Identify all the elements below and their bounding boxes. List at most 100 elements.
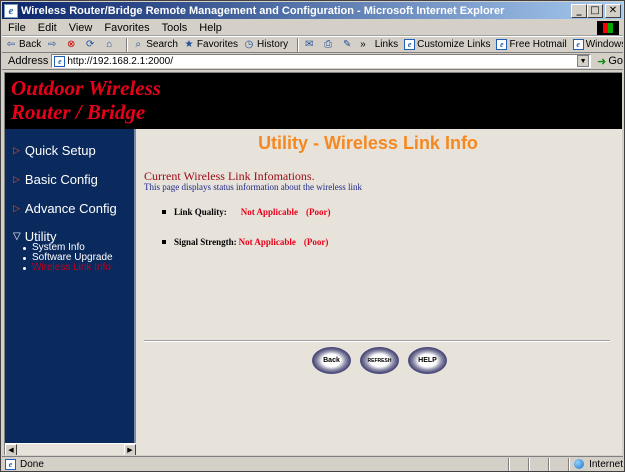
triangle-right-icon: ▷ (13, 174, 20, 184)
help-button[interactable]: HELP (408, 347, 447, 374)
menu-bar: File Edit View Favorites Tools Help (2, 20, 623, 36)
back-label: Back (19, 39, 42, 50)
links-label: Links (374, 39, 399, 50)
address-bar: Address e http://192.168.2.1:2000/ ▼ ➜ G… (2, 53, 623, 70)
signal-strength-row: Signal Strength: Not Applicable (Poor) (162, 237, 328, 247)
page-icon: e (54, 55, 66, 67)
windows-flag-icon (597, 21, 619, 35)
window-controls: _ □ ✕ (571, 3, 621, 18)
link-windows[interactable]: e Windows (572, 39, 623, 50)
status-bar: e Done Internet (2, 456, 623, 471)
status-text: Done (20, 458, 44, 470)
history-label: History (257, 39, 289, 50)
refresh-page-button[interactable]: REFRESH (360, 347, 399, 374)
bullet-icon (162, 210, 166, 214)
scroll-left-icon[interactable]: ◀ (5, 444, 17, 455)
triangle-right-icon: ▷ (13, 145, 20, 155)
status-cell (509, 457, 530, 471)
history-button[interactable]: ◷ History (243, 39, 289, 51)
favorites-icon: ★ (184, 39, 194, 50)
link-quality-rating: (Poor) (306, 207, 331, 217)
address-label: Address (8, 55, 49, 67)
link-quality-value: Not Applicable (240, 207, 299, 217)
banner-title: Outdoor Wireless Router / Bridge (11, 76, 161, 124)
nav-item-quick-setup[interactable]: ▷ Quick Setup (13, 143, 96, 158)
bullet-icon (23, 246, 26, 250)
link-free-hotmail[interactable]: e Free Hotmail (496, 39, 567, 50)
minimize-button[interactable]: _ (571, 3, 587, 18)
address-url: http://192.168.2.1:2000/ (67, 55, 174, 67)
nav-item-basic-config[interactable]: ▷ Basic Config (13, 172, 98, 187)
stop-icon: ⊗ (67, 39, 76, 50)
toolbar-separator (126, 37, 129, 52)
print-button[interactable]: ⎙ (322, 39, 336, 51)
bullet-icon (23, 266, 26, 270)
stop-button[interactable]: ⊗ (65, 39, 79, 51)
refresh-icon: ⟳ (86, 39, 95, 50)
toolbar-chevron[interactable]: » (360, 39, 366, 50)
refresh-button[interactable]: ⟳ (84, 39, 98, 51)
address-input[interactable]: e http://192.168.2.1:2000/ ▼ (51, 54, 592, 68)
chevron-down-icon[interactable]: ▼ (577, 55, 590, 67)
forward-arrow-icon: ⇨ (48, 39, 57, 50)
close-button[interactable]: ✕ (605, 3, 621, 18)
back-button[interactable]: ⇦ Back (5, 39, 41, 51)
toolbar-separator (297, 37, 300, 52)
status-cell (529, 457, 550, 471)
home-button[interactable]: ⌂ (103, 39, 117, 51)
links-bar: Links e Customize Links e Free Hotmail e… (375, 39, 623, 50)
menu-tools[interactable]: Tools (162, 22, 188, 34)
back-arrow-icon: ⇦ (6, 39, 16, 50)
window-title: Wireless Router/Bridge Remote Management… (21, 4, 505, 17)
link-quality-row: Link Quality: Not Applicable (Poor) (162, 207, 331, 217)
action-buttons: Back REFRESH HELP (312, 347, 447, 374)
page-icon: e (404, 39, 416, 50)
toolbar: ⇦ Back ⇨ ⊗ ⟳ ⌂ ⌕ Search ★ Favorites ◷ Hi… (2, 36, 623, 53)
mail-icon: ✉ (304, 39, 314, 50)
maximize-button[interactable]: □ (587, 3, 603, 18)
bullet-icon (23, 256, 26, 260)
forward-button[interactable]: ⇨ (46, 39, 60, 51)
title-bar: e Wireless Router/Bridge Remote Manageme… (2, 2, 623, 19)
page-icon: e (496, 39, 508, 50)
signal-strength-label: Signal Strength: (174, 237, 237, 247)
link-quality-label: Link Quality: (174, 207, 227, 217)
link-customize-links[interactable]: e Customize Links (404, 39, 490, 50)
page-title: Utility - Wireless Link Info (258, 133, 478, 153)
edit-icon: ✎ (342, 39, 352, 50)
subnav-wireless-link-info[interactable]: Wireless Link Info (23, 263, 113, 273)
triangle-down-icon: ▽ (13, 231, 21, 242)
triangle-right-icon: ▷ (13, 203, 20, 213)
security-zone: Internet (569, 457, 623, 471)
mail-button[interactable]: ✉ (303, 39, 317, 51)
nav-horizontal-scrollbar[interactable]: ◀ ▶ (5, 443, 136, 455)
history-icon: ◷ (244, 39, 254, 50)
section-description: This page displays status information ab… (144, 182, 362, 192)
menu-view[interactable]: View (69, 22, 93, 34)
go-button[interactable]: ➜ Go (597, 55, 623, 68)
page-icon: e (572, 39, 584, 50)
ie-logo-icon: e (4, 3, 18, 18)
favorites-label: Favorites (196, 39, 239, 50)
signal-strength-value: Not Applicable (238, 237, 296, 247)
home-icon: ⌂ (106, 39, 113, 50)
page-icon: e (5, 458, 16, 470)
favorites-button[interactable]: ★ Favorites (183, 39, 238, 51)
status-text-area: e Done (2, 457, 510, 471)
back-page-button[interactable]: Back (312, 347, 351, 374)
menu-file[interactable]: File (8, 22, 26, 34)
main-content: Utility - Wireless Link Info Current Wir… (138, 129, 622, 455)
zone-text: Internet (589, 458, 623, 470)
menu-favorites[interactable]: Favorites (104, 22, 149, 34)
scroll-right-icon[interactable]: ▶ (124, 444, 136, 455)
nav-item-advance-config[interactable]: ▷ Advance Config (13, 201, 117, 216)
page-viewport: Outdoor Wireless Router / Bridge ▷ Quick… (4, 72, 622, 455)
signal-strength-rating: (Poor) (303, 237, 329, 247)
edit-button[interactable]: ✎ (341, 39, 355, 51)
bullet-icon (162, 240, 166, 244)
status-cell (549, 457, 570, 471)
search-button[interactable]: ⌕ Search (132, 39, 178, 51)
scroll-track[interactable] (17, 444, 124, 455)
menu-help[interactable]: Help (199, 22, 222, 34)
menu-edit[interactable]: Edit (38, 22, 57, 34)
